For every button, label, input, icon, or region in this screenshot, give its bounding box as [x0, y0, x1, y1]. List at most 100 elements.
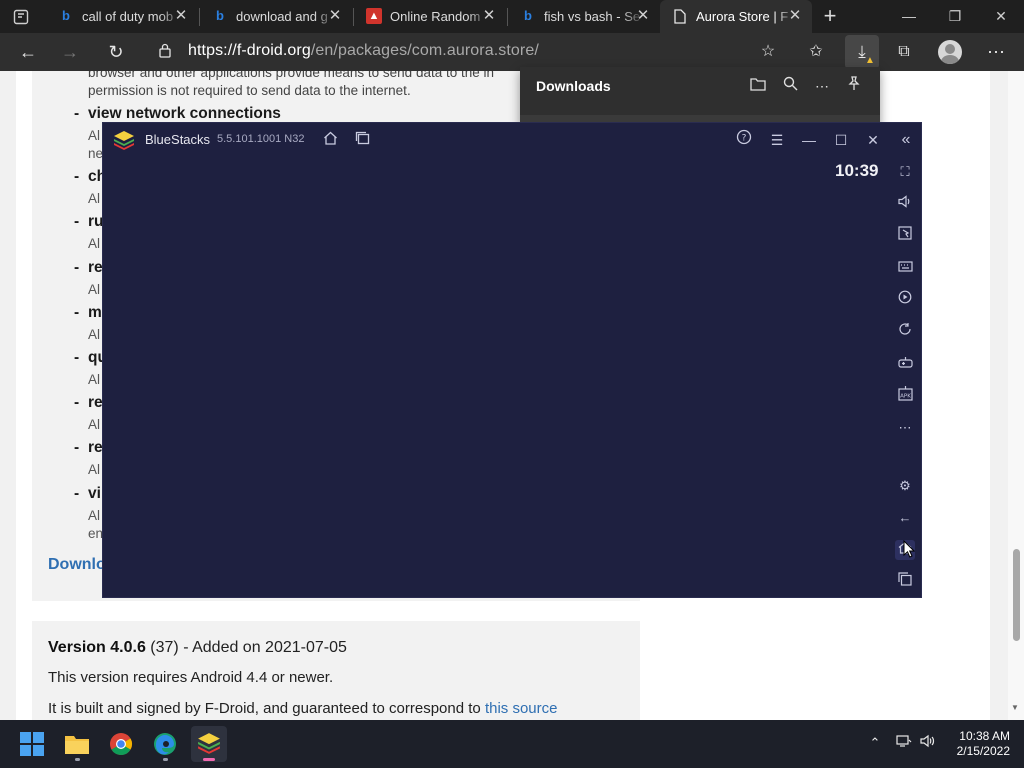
macro-play-icon[interactable] [895, 290, 915, 310]
page-scrollbar[interactable]: ▼ [1008, 71, 1024, 720]
tab-download-and[interactable]: b download and g ✕ [200, 0, 352, 33]
tab-title: Aurora Store | F [696, 9, 796, 24]
network-icon[interactable] [895, 734, 913, 752]
source-link[interactable]: this source [485, 700, 558, 717]
scrollbar-thumb[interactable] [1013, 549, 1020, 641]
multi-instance-icon[interactable] [351, 129, 373, 151]
bing-icon: b [524, 8, 532, 23]
permission-name: - re [74, 439, 103, 456]
permission-intro-line: permission is not required to send data … [88, 83, 411, 98]
edge-icon[interactable] [147, 726, 183, 762]
permission-desc: Al [88, 128, 101, 143]
close-icon[interactable]: ✕ [862, 129, 884, 151]
android-screen[interactable] [103, 157, 889, 597]
tab-online-random[interactable]: ▲ Online Random ✕ [354, 0, 506, 33]
bing-icon: b [62, 8, 70, 23]
minimize-icon[interactable]: — [798, 129, 820, 151]
android-clock: 10:39 [835, 161, 879, 180]
tab-title: download and g [236, 9, 336, 24]
permission-desc: Al [88, 417, 101, 432]
more-options-icon[interactable]: ⋯ [982, 39, 1010, 65]
forward-arrow-icon[interactable]: → [56, 39, 84, 65]
search-icon[interactable] [780, 76, 800, 96]
permission-desc: Al [88, 191, 101, 206]
install-apk-icon[interactable]: APK [895, 386, 915, 406]
close-tab-icon[interactable]: ✕ [788, 8, 802, 24]
bluestacks-taskbar-icon[interactable] [191, 726, 227, 762]
system-clock[interactable]: 10:38 AM 2/15/2022 [948, 729, 1010, 759]
back-icon[interactable]: ← [895, 508, 915, 528]
help-icon[interactable]: ? [733, 129, 755, 151]
tab-aurora-store[interactable]: Aurora Store | F ✕ [660, 0, 812, 33]
chrome-icon[interactable] [103, 726, 139, 762]
more-icon[interactable]: ⋯ [812, 76, 832, 96]
rotate-icon[interactable] [895, 322, 915, 342]
volume-icon[interactable] [895, 194, 915, 214]
settings-gear-icon[interactable]: ⚙ [895, 476, 915, 496]
scroll-down-icon[interactable]: ▼ [1011, 703, 1019, 712]
volume-tray-icon[interactable] [919, 734, 937, 752]
bing-icon: b [216, 8, 224, 23]
collections-icon[interactable]: ⧉ [890, 39, 918, 65]
permission-desc: Al [88, 282, 101, 297]
permission-desc: Al [88, 327, 101, 342]
permission-intro-line: browser and other applications provide m… [88, 71, 495, 80]
permission-name: - re [74, 259, 103, 276]
lock-icon[interactable] [157, 43, 173, 61]
profile-avatar[interactable] [938, 40, 962, 64]
restore-icon[interactable]: ❐ [938, 3, 972, 29]
bluestacks-version: 5.5.101.1001 N32 [217, 133, 305, 145]
pin-icon[interactable] [844, 76, 864, 96]
mouse-cursor-icon [903, 539, 916, 558]
refresh-icon[interactable]: ↻ [102, 39, 130, 65]
open-folder-icon[interactable] [748, 76, 768, 96]
url-host: https://f-droid.org [188, 42, 311, 59]
start-button[interactable] [14, 726, 50, 762]
close-tab-icon[interactable]: ✕ [482, 8, 496, 24]
close-tab-icon[interactable]: ✕ [328, 8, 342, 24]
downloads-button[interactable]: ⤓ ▲ [845, 35, 879, 69]
address-field[interactable]: https://f-droid.org/en/packages/com.auro… [188, 42, 539, 60]
warning-icon: ▲ [865, 55, 875, 66]
tab-actions-icon[interactable] [10, 6, 32, 28]
tab-call-of-duty[interactable]: b call of duty mob ✕ [46, 0, 198, 33]
bluestacks-window: BlueStacks 5.5.101.1001 N32 ? ☰ — ☐ ✕ « … [102, 122, 922, 598]
download-apk-link[interactable]: Downlo [48, 556, 106, 574]
active-indicator [203, 758, 215, 761]
permission-desc: ne [88, 146, 104, 161]
file-explorer-icon[interactable] [59, 726, 95, 762]
maximize-icon[interactable]: ☐ [830, 129, 852, 151]
tab-bar: b call of duty mob ✕ b download and g ✕ … [0, 0, 1024, 33]
windows-taskbar: ⌃ 10:38 AM 2/15/2022 [0, 720, 1024, 768]
tab-title: Online Random [390, 9, 490, 24]
menu-icon[interactable]: ☰ [766, 129, 788, 151]
new-tab-button[interactable]: + [818, 4, 842, 28]
back-arrow-icon[interactable]: ← [14, 39, 42, 65]
favorites-icon[interactable]: ✩ [802, 39, 830, 65]
tab-fish-vs-bash[interactable]: b fish vs bash - Se ✕ [508, 0, 660, 33]
gamepad-icon[interactable] [895, 354, 915, 374]
close-window-icon[interactable]: ✕ [984, 3, 1018, 29]
pointer-mode-icon[interactable] [895, 226, 915, 246]
downloads-panel: Downloads ⋯ [520, 67, 880, 127]
minimize-icon[interactable]: — [892, 3, 926, 29]
home-icon[interactable] [319, 129, 341, 151]
version-heading: Version 4.0.6 (37) - Added on 2021-07-05 [48, 639, 347, 656]
collapse-sidebar-icon[interactable]: « [895, 129, 917, 151]
add-favorite-icon[interactable]: ☆ [754, 39, 782, 65]
version-requirement: This version requires Android 4.4 or new… [48, 669, 334, 686]
svg-text:APK: APK [900, 394, 911, 400]
show-hidden-icons-chevron-icon[interactable]: ⌃ [866, 734, 884, 752]
permission-name: - ru [74, 213, 104, 230]
recent-apps-icon[interactable] [895, 572, 915, 592]
keyboard-icon[interactable] [895, 258, 915, 278]
page-icon [672, 8, 688, 24]
close-tab-icon[interactable]: ✕ [636, 8, 650, 24]
permission-name: -m [74, 304, 102, 321]
running-indicator [75, 758, 80, 761]
downloads-title: Downloads [536, 78, 611, 94]
fullscreen-icon[interactable]: ⛶ [895, 162, 915, 182]
close-tab-icon[interactable]: ✕ [174, 8, 188, 24]
page-margin-right [990, 71, 1008, 720]
more-tools-icon[interactable]: ⋯ [895, 418, 915, 438]
